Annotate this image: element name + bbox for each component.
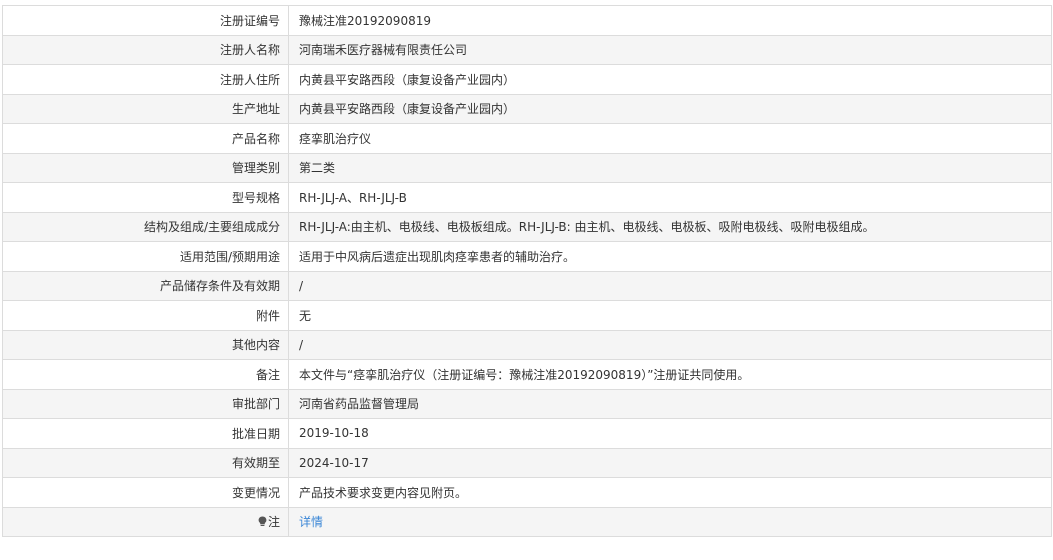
row-label: 备注 xyxy=(2,359,289,390)
row-model-specification: 型号规格 RH-JLJ-A、RH-JLJ-B xyxy=(2,182,1052,213)
row-storage-conditions: 产品储存条件及有效期 / xyxy=(2,270,1052,301)
row-value: RH-JLJ-A、RH-JLJ-B xyxy=(288,182,1052,213)
row-value: 河南省药品监督管理局 xyxy=(288,388,1052,419)
row-value: 内黄县平安路西段（康复设备产业园内） xyxy=(288,93,1052,124)
row-label: 生产地址 xyxy=(2,93,289,124)
row-registrant-name: 注册人名称 河南瑞禾医疗器械有限责任公司 xyxy=(2,34,1052,65)
row-approval-department: 审批部门 河南省药品监督管理局 xyxy=(2,388,1052,419)
row-value: 内黄县平安路西段（康复设备产业园内） xyxy=(288,64,1052,95)
row-structure-composition: 结构及组成/主要组成成分 RH-JLJ-A:由主机、电极线、电极板组成。RH-J… xyxy=(2,211,1052,242)
row-value: 痉挛肌治疗仪 xyxy=(288,123,1052,154)
row-value: 无 xyxy=(288,300,1052,331)
row-value: 适用于中风病后遗症出现肌肉痉挛患者的辅助治疗。 xyxy=(288,241,1052,272)
row-label: 注册人名称 xyxy=(2,34,289,65)
row-remarks: 备注 本文件与“痉挛肌治疗仪（注册证编号：豫械注准20192090819）”注册… xyxy=(2,359,1052,390)
row-approval-date: 批准日期 2019-10-18 xyxy=(2,418,1052,449)
row-value: 2019-10-18 xyxy=(288,418,1052,449)
row-attachments: 附件 无 xyxy=(2,300,1052,331)
row-management-category: 管理类别 第二类 xyxy=(2,152,1052,183)
row-label: 审批部门 xyxy=(2,388,289,419)
details-link[interactable]: 详情 xyxy=(299,515,323,529)
row-label: 注 xyxy=(2,506,289,537)
row-label: 产品储存条件及有效期 xyxy=(2,270,289,301)
row-other-content: 其他内容 / xyxy=(2,329,1052,360)
row-label: 注册证编号 xyxy=(2,5,289,36)
row-label: 产品名称 xyxy=(2,123,289,154)
row-label: 管理类别 xyxy=(2,152,289,183)
row-value: 详情 xyxy=(288,506,1052,537)
row-label: 结构及组成/主要组成成分 xyxy=(2,211,289,242)
row-value: 河南瑞禾医疗器械有限责任公司 xyxy=(288,34,1052,65)
row-production-address: 生产地址 内黄县平安路西段（康复设备产业园内） xyxy=(2,93,1052,124)
row-value: / xyxy=(288,270,1052,301)
row-note: 注 详情 xyxy=(2,506,1052,537)
row-value: 2024-10-17 xyxy=(288,447,1052,478)
row-value: 本文件与“痉挛肌治疗仪（注册证编号：豫械注准20192090819）”注册证共同… xyxy=(288,359,1052,390)
row-label: 适用范围/预期用途 xyxy=(2,241,289,272)
row-registration-number: 注册证编号 豫械注准20192090819 xyxy=(2,5,1052,36)
row-product-name: 产品名称 痉挛肌治疗仪 xyxy=(2,123,1052,154)
row-registrant-address: 注册人住所 内黄县平安路西段（康复设备产业园内） xyxy=(2,64,1052,95)
row-label: 有效期至 xyxy=(2,447,289,478)
row-value: RH-JLJ-A:由主机、电极线、电极板组成。RH-JLJ-B: 由主机、电极线… xyxy=(288,211,1052,242)
row-label: 批准日期 xyxy=(2,418,289,449)
registration-detail-table: 注册证编号 豫械注准20192090819 注册人名称 河南瑞禾医疗器械有限责任… xyxy=(2,5,1052,537)
row-valid-until: 有效期至 2024-10-17 xyxy=(2,447,1052,478)
row-value: / xyxy=(288,329,1052,360)
row-label: 变更情况 xyxy=(2,477,289,508)
row-label: 型号规格 xyxy=(2,182,289,213)
row-value: 第二类 xyxy=(288,152,1052,183)
lightbulb-icon xyxy=(258,516,267,527)
row-intended-use: 适用范围/预期用途 适用于中风病后遗症出现肌肉痉挛患者的辅助治疗。 xyxy=(2,241,1052,272)
row-value: 豫械注准20192090819 xyxy=(288,5,1052,36)
registration-detail-panel: 注册证编号 豫械注准20192090819 注册人名称 河南瑞禾医疗器械有限责任… xyxy=(2,5,1052,537)
row-label: 注册人住所 xyxy=(2,64,289,95)
row-label: 附件 xyxy=(2,300,289,331)
row-label: 其他内容 xyxy=(2,329,289,360)
note-label: 注 xyxy=(267,515,280,530)
row-value: 产品技术要求变更内容见附页。 xyxy=(288,477,1052,508)
row-change-history: 变更情况 产品技术要求变更内容见附页。 xyxy=(2,477,1052,508)
